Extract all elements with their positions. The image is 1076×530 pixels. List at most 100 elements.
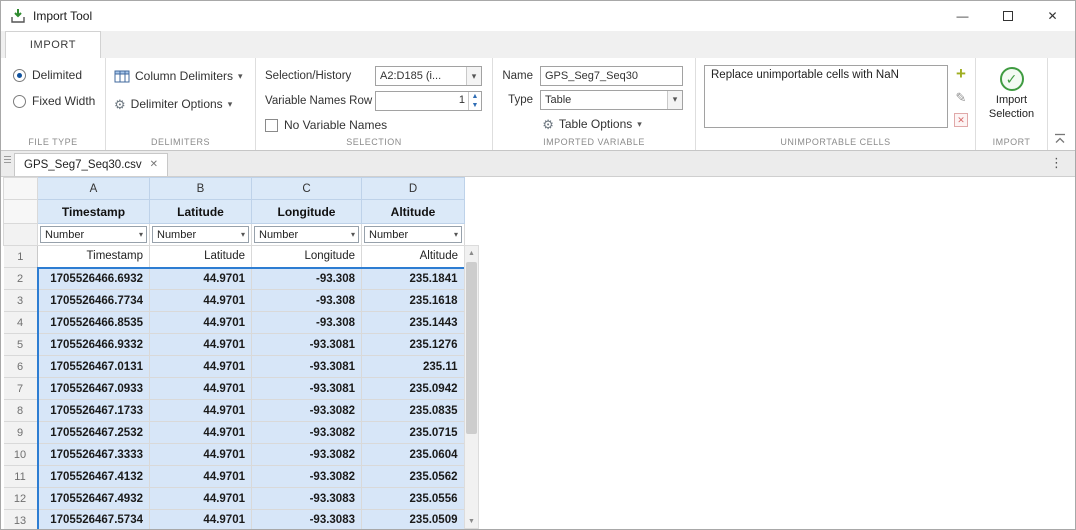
column-type-dropdown[interactable]: Number▾ — [254, 226, 359, 243]
row-number[interactable]: 5 — [4, 334, 38, 356]
grid-cell[interactable]: 1705526467.1733 — [38, 400, 150, 422]
spinner-buttons[interactable]: ▲ ▼ — [468, 92, 481, 110]
column-type-dropdown[interactable]: Number▾ — [40, 226, 147, 243]
grid-cell[interactable]: 44.9701 — [150, 312, 252, 334]
grid-cell[interactable]: 44.9701 — [150, 510, 252, 530]
combo-dropdown-button[interactable]: ▾ — [667, 91, 682, 109]
row-number[interactable]: 4 — [4, 312, 38, 334]
grid-cell[interactable]: 235.0509 — [362, 510, 465, 530]
grid-cell[interactable]: 235.11 — [362, 356, 465, 378]
grid-cell[interactable]: -93.3081 — [252, 356, 362, 378]
grid-cell[interactable]: -93.3081 — [252, 378, 362, 400]
close-icon[interactable]: ✕ — [1030, 1, 1075, 31]
document-tab[interactable]: GPS_Seg7_Seq30.csv ✕ — [14, 153, 168, 176]
row-number[interactable]: 10 — [4, 444, 38, 466]
row-number[interactable]: 1 — [4, 246, 38, 268]
maximize-icon[interactable] — [985, 1, 1030, 31]
grid-cell[interactable]: 44.9701 — [150, 356, 252, 378]
grid-cell[interactable]: 44.9701 — [150, 268, 252, 290]
grid-cell[interactable]: 1705526466.7734 — [38, 290, 150, 312]
grid-cell[interactable]: 235.0715 — [362, 422, 465, 444]
tab-close-icon[interactable]: ✕ — [150, 160, 158, 170]
row-number[interactable]: 12 — [4, 488, 38, 510]
import-selection-button[interactable]: ✓ Import Selection — [976, 58, 1047, 135]
grid-cell[interactable]: -93.308 — [252, 290, 362, 312]
grid-cell[interactable]: -93.3083 — [252, 488, 362, 510]
grid-cell[interactable]: 235.1443 — [362, 312, 465, 334]
spinner-down-icon[interactable]: ▼ — [469, 101, 481, 110]
column-header-b[interactable]: B — [150, 178, 252, 200]
column-header-d[interactable]: D — [362, 178, 465, 200]
grid-cell[interactable]: 1705526467.5734 — [38, 510, 150, 530]
variable-name-field[interactable]: GPS_Seg7_Seq30 — [540, 66, 683, 86]
grid-cell[interactable]: 235.0604 — [362, 444, 465, 466]
radio-fixed-width[interactable]: Fixed Width — [13, 92, 105, 110]
edit-rule-icon[interactable]: ✎ — [952, 90, 970, 106]
grid-cell[interactable]: 44.9701 — [150, 290, 252, 312]
row-number[interactable]: 7 — [4, 378, 38, 400]
grid-cell[interactable]: Longitude — [252, 246, 362, 268]
grid-cell[interactable]: 1705526467.2532 — [38, 422, 150, 444]
row-number[interactable]: 9 — [4, 422, 38, 444]
collapse-ribbon-icon[interactable] — [1053, 132, 1067, 144]
column-header-c[interactable]: C — [252, 178, 362, 200]
grid-cell[interactable]: 1705526467.0933 — [38, 378, 150, 400]
row-number[interactable]: 11 — [4, 466, 38, 488]
scrollbar-thumb[interactable] — [466, 262, 477, 434]
grid-cell[interactable]: Altitude — [362, 246, 465, 268]
grid-cell[interactable]: 44.9701 — [150, 444, 252, 466]
no-variable-names-checkbox[interactable] — [265, 119, 278, 132]
grid-cell[interactable]: -93.3082 — [252, 444, 362, 466]
grid-cell[interactable]: 235.0835 — [362, 400, 465, 422]
grid-cell[interactable]: -93.308 — [252, 312, 362, 334]
grid-cell[interactable]: -93.3081 — [252, 334, 362, 356]
add-rule-icon[interactable]: + — [952, 66, 970, 82]
minimize-icon[interactable]: — — [940, 1, 985, 31]
grid-cell[interactable]: 1705526466.8535 — [38, 312, 150, 334]
grid-cell[interactable]: 1705526467.0131 — [38, 356, 150, 378]
column-delimiters-dropdown[interactable]: Column Delimiters ▾ — [114, 66, 255, 86]
variable-name-header[interactable]: Altitude — [362, 200, 465, 224]
grid-cell[interactable]: -93.3082 — [252, 422, 362, 444]
grid-cell[interactable]: 1705526466.6932 — [38, 268, 150, 290]
table-options-dropdown[interactable]: ⚙ Table Options ▾ — [501, 114, 683, 134]
spinner-up-icon[interactable]: ▲ — [469, 92, 481, 101]
radio-delimited[interactable]: Delimited — [13, 66, 105, 84]
variable-names-row-spinner[interactable]: 1 ▲ ▼ — [375, 91, 482, 111]
row-number[interactable]: 8 — [4, 400, 38, 422]
grid-cell[interactable]: 235.0942 — [362, 378, 465, 400]
grid-cell[interactable]: 44.9701 — [150, 488, 252, 510]
tab-import[interactable]: IMPORT — [5, 31, 101, 58]
variable-type-dropdown[interactable]: Table ▾ — [540, 90, 683, 110]
grid-cell[interactable]: 44.9701 — [150, 466, 252, 488]
grid-cell[interactable]: 235.1618 — [362, 290, 465, 312]
row-number[interactable]: 13 — [4, 510, 38, 530]
grid-cell[interactable]: 44.9701 — [150, 400, 252, 422]
grid-cell[interactable]: Timestamp — [38, 246, 150, 268]
grid-cell[interactable]: -93.3083 — [252, 510, 362, 530]
scrollbar-up-icon[interactable]: ▲ — [465, 246, 478, 260]
grid-cell[interactable]: -93.3082 — [252, 400, 362, 422]
row-number[interactable]: 6 — [4, 356, 38, 378]
scrollbar-down-icon[interactable]: ▼ — [465, 514, 478, 528]
no-variable-names-option[interactable]: No Variable Names — [265, 116, 482, 134]
selection-history-combo[interactable]: A2:D185 (i... ▾ — [375, 66, 482, 86]
unimportable-rules-list[interactable]: Replace unimportable cells with NaN — [704, 65, 948, 128]
grid-cell[interactable]: 1705526467.4132 — [38, 466, 150, 488]
grid-cell[interactable]: 235.0562 — [362, 466, 465, 488]
variable-name-header[interactable]: Latitude — [150, 200, 252, 224]
grid-cell[interactable]: 235.1841 — [362, 268, 465, 290]
document-bar-handle[interactable] — [1, 151, 14, 176]
variable-name-header[interactable]: Longitude — [252, 200, 362, 224]
column-type-dropdown[interactable]: Number▾ — [152, 226, 249, 243]
grid-cell[interactable]: 235.0556 — [362, 488, 465, 510]
grid-cell[interactable]: 44.9701 — [150, 378, 252, 400]
row-number[interactable]: 3 — [4, 290, 38, 312]
document-actions-menu-icon[interactable]: ⋮ — [1050, 156, 1063, 169]
grid-cell[interactable]: 44.9701 — [150, 422, 252, 444]
column-header-a[interactable]: A — [38, 178, 150, 200]
grid-cell[interactable]: 235.1276 — [362, 334, 465, 356]
delete-rule-icon[interactable]: ✕ — [954, 113, 968, 127]
grid-cell[interactable]: Latitude — [150, 246, 252, 268]
grid-cell[interactable]: -93.308 — [252, 268, 362, 290]
